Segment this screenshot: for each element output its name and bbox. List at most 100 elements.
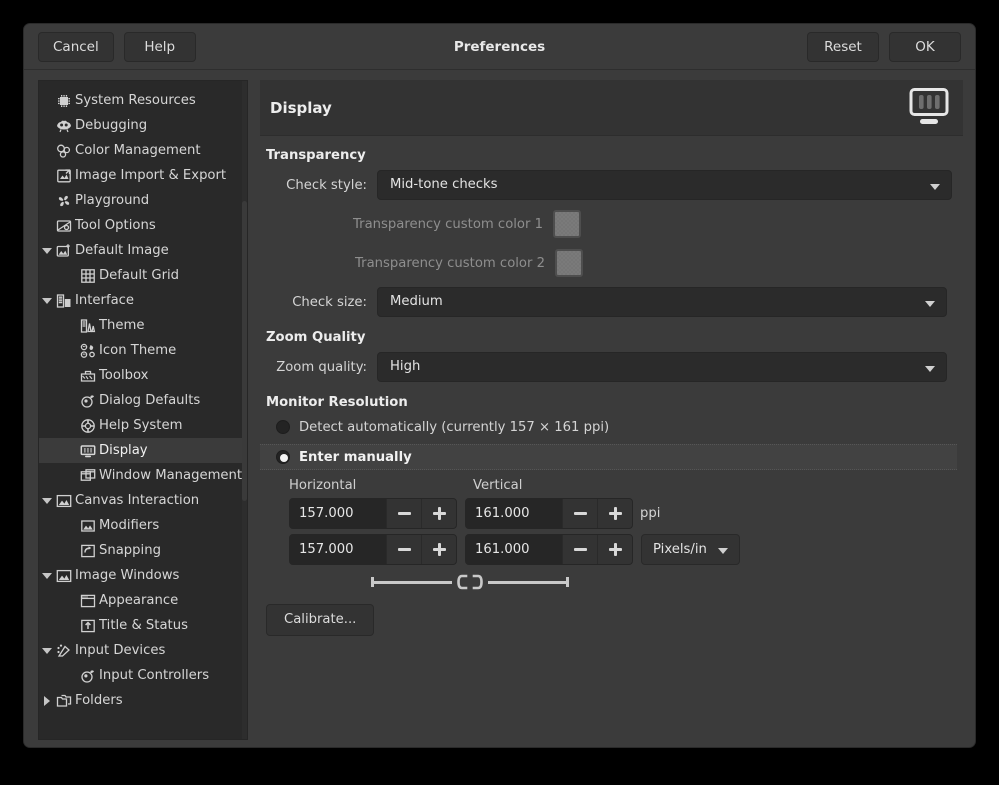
plus-icon xyxy=(433,543,446,556)
sidebar-item-label: Input Controllers xyxy=(99,668,209,683)
triangle-down-icon xyxy=(42,498,52,504)
sidebar-item-input-devices[interactable]: Input Devices xyxy=(39,638,248,663)
sidebar-item-theme[interactable]: Theme xyxy=(39,313,248,338)
sidebar-item-icon-theme[interactable]: Icon Theme xyxy=(39,338,248,363)
sidebar-item-toolbox[interactable]: Toolbox xyxy=(39,363,248,388)
sidebar-item-canvas-interaction[interactable]: Canvas Interaction xyxy=(39,488,248,513)
sidebar-scrollbar-thumb[interactable] xyxy=(242,201,247,501)
expander-expand-icon[interactable] xyxy=(39,688,55,713)
column-header-vertical: Vertical xyxy=(473,478,522,493)
expander-collapse-icon[interactable] xyxy=(39,238,55,263)
sidebar-item-label: Snapping xyxy=(99,543,161,558)
display-monitor-icon xyxy=(908,88,950,128)
dialog-header-bar: Cancel Help Preferences Reset OK xyxy=(24,24,975,70)
sidebar-item-default-image[interactable]: Default Image xyxy=(39,238,248,263)
expander-collapse-icon[interactable] xyxy=(39,638,55,663)
sidebar-item-label: Help System xyxy=(99,418,182,433)
horizontal-resolution-spinner-1[interactable] xyxy=(289,498,457,529)
reset-button[interactable]: Reset xyxy=(807,32,879,62)
expander-collapse-icon[interactable] xyxy=(39,563,55,588)
input-controllers-icon xyxy=(79,667,97,685)
modifiers-icon xyxy=(79,517,97,535)
resolution-unit-combobox[interactable]: Pixels/in xyxy=(641,534,740,565)
help-system-icon xyxy=(79,417,97,435)
sidebar-item-folders[interactable]: Folders xyxy=(39,688,248,713)
vertical-decrement-button-1[interactable] xyxy=(562,499,597,528)
wilber-head-icon xyxy=(55,117,73,135)
sidebar-item-window-management[interactable]: Window Management xyxy=(39,463,248,488)
sidebar-scrollbar[interactable] xyxy=(242,81,247,740)
sidebar-item-debugging[interactable]: Debugging xyxy=(39,113,248,138)
sidebar-item-playground[interactable]: Playground xyxy=(39,188,248,213)
radio-enter-manually[interactable]: Enter manually xyxy=(260,444,957,470)
sidebar-item-default-grid[interactable]: Default Grid xyxy=(39,263,248,288)
interface-icon xyxy=(55,292,73,310)
new-image-icon xyxy=(55,242,73,260)
preferences-category-tree[interactable]: System Resources Debugging Color Managem… xyxy=(38,80,248,740)
window-management-icon xyxy=(79,467,97,485)
grid-icon xyxy=(79,267,97,285)
sidebar-item-modifiers[interactable]: Modifiers xyxy=(39,513,248,538)
minus-icon xyxy=(574,512,587,515)
preferences-dialog: Cancel Help Preferences Reset OK System … xyxy=(23,23,976,748)
radio-detect-automatically[interactable]: Detect automatically (currently 157 × 16… xyxy=(260,414,963,440)
theme-icon xyxy=(79,317,97,335)
expander-collapse-icon[interactable] xyxy=(39,288,55,313)
sidebar-item-label: Icon Theme xyxy=(99,343,176,358)
help-button[interactable]: Help xyxy=(124,32,196,62)
sidebar-item-appearance[interactable]: Appearance xyxy=(39,588,248,613)
sidebar-item-title-status[interactable]: Title & Status xyxy=(39,613,248,638)
check-size-combobox[interactable]: Medium xyxy=(377,287,947,317)
sidebar-item-snapping[interactable]: Snapping xyxy=(39,538,248,563)
sidebar-item-system-resources[interactable]: System Resources xyxy=(39,88,248,113)
page-content: Transparency Check style: Mid-tone check… xyxy=(260,148,963,636)
sidebar-item-label: Image Import & Export xyxy=(75,168,226,183)
sidebar-item-input-controllers[interactable]: Input Controllers xyxy=(39,663,248,688)
vertical-resolution-input-1[interactable] xyxy=(466,499,562,528)
custom-color-1-swatch[interactable] xyxy=(553,210,581,238)
horizontal-decrement-button-2[interactable] xyxy=(386,535,421,564)
check-style-row: Check style: Mid-tone checks xyxy=(260,168,963,202)
horizontal-resolution-spinner-2[interactable] xyxy=(289,534,457,565)
horizontal-resolution-input-1[interactable] xyxy=(290,499,386,528)
calibrate-button[interactable]: Calibrate... xyxy=(266,604,374,636)
broken-chain-icon[interactable] xyxy=(371,574,569,590)
sidebar-item-label: Display xyxy=(99,443,148,458)
sidebar-item-display[interactable]: Display xyxy=(39,438,248,463)
vertical-resolution-spinner-2[interactable] xyxy=(465,534,633,565)
vertical-increment-button-1[interactable] xyxy=(597,499,632,528)
sidebar-item-label: Folders xyxy=(75,693,123,708)
cancel-button[interactable]: Cancel xyxy=(38,32,114,62)
sidebar-item-label: Playground xyxy=(75,193,149,208)
horizontal-increment-button-2[interactable] xyxy=(421,535,456,564)
check-style-combobox[interactable]: Mid-tone checks xyxy=(377,170,952,200)
sidebar-item-color-management[interactable]: Color Management xyxy=(39,138,248,163)
folders-icon xyxy=(55,692,73,710)
image-windows-icon xyxy=(55,567,73,585)
horizontal-resolution-input-2[interactable] xyxy=(290,535,386,564)
vertical-resolution-input-2[interactable] xyxy=(466,535,562,564)
preferences-page-display: Display Transparency Check style: xyxy=(260,80,963,740)
sidebar-item-dialog-defaults[interactable]: Dialog Defaults xyxy=(39,388,248,413)
vertical-decrement-button-2[interactable] xyxy=(562,535,597,564)
chain-break-glyph xyxy=(456,574,484,590)
ok-button[interactable]: OK xyxy=(889,32,961,62)
vertical-increment-button-2[interactable] xyxy=(597,535,632,564)
horizontal-decrement-button-1[interactable] xyxy=(386,499,421,528)
expander-collapse-icon[interactable] xyxy=(39,488,55,513)
zoom-quality-combobox[interactable]: High xyxy=(377,352,947,382)
radio-manual-label: Enter manually xyxy=(299,450,412,465)
horizontal-increment-button-1[interactable] xyxy=(421,499,456,528)
sidebar-item-tool-options[interactable]: Tool Options xyxy=(39,213,248,238)
sidebar-item-image-windows[interactable]: Image Windows xyxy=(39,563,248,588)
minus-icon xyxy=(574,548,587,551)
calibrate-row: Calibrate... xyxy=(260,604,963,636)
sidebar-item-image-import-export[interactable]: Image Import & Export xyxy=(39,163,248,188)
sidebar-item-label: Default Image xyxy=(75,243,169,258)
sidebar-item-help-system[interactable]: Help System xyxy=(39,413,248,438)
sidebar-item-interface[interactable]: Interface xyxy=(39,288,248,313)
ppi-unit-label: ppi xyxy=(640,506,660,521)
custom-color-2-swatch[interactable] xyxy=(555,249,583,277)
vertical-resolution-spinner-1[interactable] xyxy=(465,498,633,529)
radio-indicator-manual xyxy=(276,450,290,464)
